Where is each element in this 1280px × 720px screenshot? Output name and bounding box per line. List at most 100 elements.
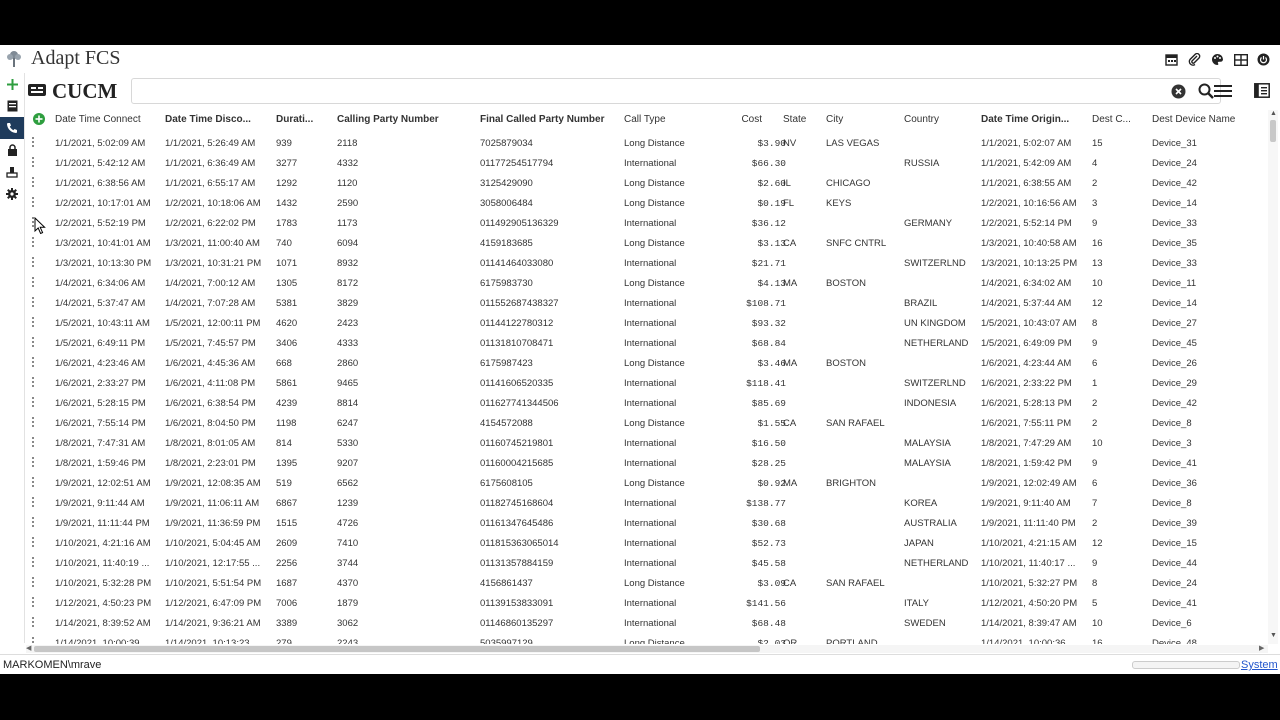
table-row[interactable]: 1/2/2021, 5:52:19 PM 1/2/2021, 6:22:02 PM…: [26, 213, 1268, 233]
table-row[interactable]: 1/9/2021, 11:11:44 PM 1/9/2021, 11:36:59 …: [26, 513, 1268, 533]
drag-handle-icon[interactable]: [32, 637, 35, 644]
clear-search-icon[interactable]: [1171, 84, 1186, 99]
drag-handle-icon[interactable]: [32, 277, 35, 289]
drag-handle-icon[interactable]: [32, 517, 35, 529]
cell-country: KOREA: [904, 498, 938, 509]
drag-handle-icon[interactable]: [32, 397, 35, 409]
column-header-date-time-connect[interactable]: Date Time Connect: [55, 114, 163, 125]
drag-handle-icon[interactable]: [32, 197, 35, 209]
drag-handle-icon[interactable]: [32, 357, 35, 369]
column-header-final-called-party-number[interactable]: Final Called Party Number: [480, 114, 618, 125]
system-link[interactable]: System: [1241, 659, 1278, 671]
drag-handle-icon[interactable]: [32, 497, 35, 509]
scroll-left-icon[interactable]: ◀: [26, 644, 31, 652]
table-row[interactable]: 1/1/2021, 5:02:09 AM 1/1/2021, 5:26:49 AM…: [26, 133, 1268, 153]
drag-handle-icon[interactable]: [32, 597, 35, 609]
horizontal-scroll-thumb[interactable]: [34, 646, 760, 652]
paperclip-icon[interactable]: [1186, 51, 1203, 68]
cell-date-time-disconnect: 1/14/2021, 10:13:23 ...: [165, 638, 261, 644]
sidebar-item-export[interactable]: [0, 161, 24, 183]
drag-handle-icon[interactable]: [32, 257, 35, 269]
drag-handle-icon[interactable]: [32, 477, 35, 489]
table-row[interactable]: 1/14/2021, 8:39:52 AM 1/14/2021, 9:36:21 …: [26, 613, 1268, 633]
drag-handle-icon[interactable]: [32, 297, 35, 309]
column-header-country[interactable]: Country: [904, 114, 974, 125]
table-row[interactable]: 1/14/2021, 10:00:39 ... 1/14/2021, 10:13:…: [26, 633, 1268, 644]
cell-call-type: International: [624, 618, 677, 629]
table-row[interactable]: 1/1/2021, 5:42:12 AM 1/1/2021, 6:36:49 AM…: [26, 153, 1268, 173]
cell-city: BRIGHTON: [826, 478, 876, 489]
scroll-down-icon[interactable]: ▼: [1270, 632, 1277, 639]
column-header-date-time-origination[interactable]: Date Time Origin...: [981, 114, 1087, 125]
drag-handle-icon[interactable]: [32, 377, 35, 389]
table-row[interactable]: 1/2/2021, 10:17:01 AM 1/2/2021, 10:18:06 …: [26, 193, 1268, 213]
vertical-scroll-thumb[interactable]: [1270, 120, 1276, 142]
table-row[interactable]: 1/6/2021, 5:28:15 PM 1/6/2021, 6:38:54 PM…: [26, 393, 1268, 413]
table-row[interactable]: 1/6/2021, 2:33:27 PM 1/6/2021, 4:11:08 PM…: [26, 373, 1268, 393]
gear-icon: [6, 188, 18, 200]
cell-date-time-origination: 1/3/2021, 10:40:58 AM: [981, 238, 1077, 249]
table-row[interactable]: 1/12/2021, 4:50:23 PM 1/12/2021, 6:47:09 …: [26, 593, 1268, 613]
drag-handle-icon[interactable]: [32, 577, 35, 589]
drag-handle-icon[interactable]: [32, 157, 35, 169]
column-header-duration[interactable]: Durati...: [276, 114, 332, 125]
side-panel-icon[interactable]: [1254, 83, 1270, 98]
drag-handle-icon[interactable]: [32, 137, 35, 149]
grid-icon[interactable]: [1232, 51, 1249, 68]
column-header-cost[interactable]: Cost: [726, 114, 762, 125]
menu-icon[interactable]: [1214, 84, 1232, 98]
sidebar-item-documents[interactable]: [0, 95, 24, 117]
add-row-icon[interactable]: [33, 113, 45, 125]
scroll-up-icon[interactable]: ▲: [1270, 110, 1277, 117]
column-header-state[interactable]: State: [783, 114, 823, 125]
column-header-calling-party-number[interactable]: Calling Party Number: [337, 114, 475, 125]
drag-handle-icon[interactable]: [32, 557, 35, 569]
sidebar-item-security[interactable]: [0, 139, 24, 161]
calendar-icon[interactable]: [1163, 51, 1180, 68]
table-row[interactable]: 1/5/2021, 10:43:11 AM 1/5/2021, 12:00:11 …: [26, 313, 1268, 333]
table-row[interactable]: 1/9/2021, 12:02:51 AM 1/9/2021, 12:08:35 …: [26, 473, 1268, 493]
horizontal-scrollbar[interactable]: ◀ ▶: [26, 645, 1268, 653]
table-row[interactable]: 1/10/2021, 5:32:28 PM 1/10/2021, 5:51:54 …: [26, 573, 1268, 593]
table-row[interactable]: 1/8/2021, 7:47:31 AM 1/8/2021, 8:01:05 AM…: [26, 433, 1268, 453]
cell-call-type: Long Distance: [624, 358, 685, 369]
sidebar-item-phone[interactable]: [0, 117, 24, 139]
drag-handle-icon[interactable]: [32, 457, 35, 469]
column-header-call-type[interactable]: Call Type: [624, 114, 714, 125]
drag-handle-icon[interactable]: [32, 417, 35, 429]
column-header-dest-device-name[interactable]: Dest Device Name: [1152, 114, 1266, 125]
sidebar-item-add[interactable]: [0, 73, 24, 95]
drag-handle-icon[interactable]: [32, 537, 35, 549]
palette-icon[interactable]: [1209, 51, 1226, 68]
table-row[interactable]: 1/10/2021, 11:40:19 ... 1/10/2021, 12:17:…: [26, 553, 1268, 573]
table-row[interactable]: 1/1/2021, 6:38:56 AM 1/1/2021, 6:55:17 AM…: [26, 173, 1268, 193]
cell-calling-party: 6562: [337, 478, 359, 489]
table-row[interactable]: 1/10/2021, 4:21:16 AM 1/10/2021, 5:04:45 …: [26, 533, 1268, 553]
search-icon[interactable]: [1198, 83, 1214, 99]
column-header-city[interactable]: City: [826, 114, 896, 125]
vertical-scrollbar[interactable]: ▲ ▼: [1268, 110, 1278, 644]
search-input[interactable]: [131, 78, 1221, 104]
table-row[interactable]: 1/4/2021, 6:34:06 AM 1/4/2021, 7:00:12 AM…: [26, 273, 1268, 293]
cell-call-type: International: [624, 258, 677, 269]
power-icon[interactable]: [1255, 51, 1272, 68]
table-row[interactable]: 1/6/2021, 7:55:14 PM 1/6/2021, 8:04:50 PM…: [26, 413, 1268, 433]
table-row[interactable]: 1/3/2021, 10:41:01 AM 1/3/2021, 11:00:40 …: [26, 233, 1268, 253]
drag-handle-icon[interactable]: [32, 337, 35, 349]
cell-date-time-disconnect: 1/9/2021, 12:08:35 AM: [165, 478, 261, 489]
drag-handle-icon[interactable]: [32, 237, 35, 249]
table-row[interactable]: 1/3/2021, 10:13:30 PM 1/3/2021, 10:31:21 …: [26, 253, 1268, 273]
sidebar-item-settings[interactable]: [0, 183, 24, 205]
table-row[interactable]: 1/4/2021, 5:37:47 AM 1/4/2021, 7:07:28 AM…: [26, 293, 1268, 313]
scroll-right-icon[interactable]: ▶: [1259, 644, 1264, 652]
column-header-dest-c[interactable]: Dest C...: [1092, 114, 1148, 125]
drag-handle-icon[interactable]: [32, 437, 35, 449]
table-row[interactable]: 1/5/2021, 6:49:11 PM 1/5/2021, 7:45:57 PM…: [26, 333, 1268, 353]
column-header-date-time-disconnect[interactable]: Date Time Disco...: [165, 114, 271, 125]
table-row[interactable]: 1/8/2021, 1:59:46 PM 1/8/2021, 2:23:01 PM…: [26, 453, 1268, 473]
drag-handle-icon[interactable]: [32, 617, 35, 629]
table-row[interactable]: 1/6/2021, 4:23:46 AM 1/6/2021, 4:45:36 AM…: [26, 353, 1268, 373]
drag-handle-icon[interactable]: [32, 317, 35, 329]
drag-handle-icon[interactable]: [32, 177, 35, 189]
table-row[interactable]: 1/9/2021, 9:11:44 AM 1/9/2021, 11:06:11 A…: [26, 493, 1268, 513]
